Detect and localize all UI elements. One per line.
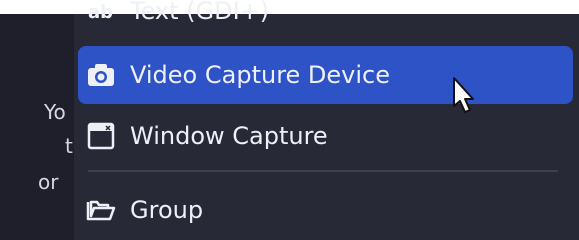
folder-icon [86,195,116,225]
menu-separator [88,170,558,172]
left-panel-text-line-3: or [38,170,59,194]
menu-item-window-capture[interactable]: Window Capture [78,107,573,165]
left-panel-text-line-1: Yo [44,100,66,124]
menu-item-label: Window Capture [130,122,328,150]
window-icon [86,121,116,151]
menu-item-text-gdi[interactable]: ab Text (GDI+) [78,0,573,32]
add-source-menu: ab Text (GDI+) Video Capture Device Wind… [74,0,579,240]
left-panel: Yo t or [0,14,74,240]
menu-item-label: Group [130,196,204,224]
camera-icon [86,60,116,90]
menu-item-group[interactable]: Group [78,181,573,239]
mouse-pointer-icon [448,76,482,116]
svg-text:ab: ab [88,2,113,21]
text-icon: ab [86,0,116,26]
menu-item-label: Video Capture Device [130,61,391,89]
menu-item-label: Text (GDI+) [130,0,270,25]
menu-item-video-capture-device[interactable]: Video Capture Device [78,46,573,104]
stage: Yo t or ab Text (GDI+) Video Capture Dev… [0,0,579,240]
left-panel-text-line-2: t [65,134,73,158]
